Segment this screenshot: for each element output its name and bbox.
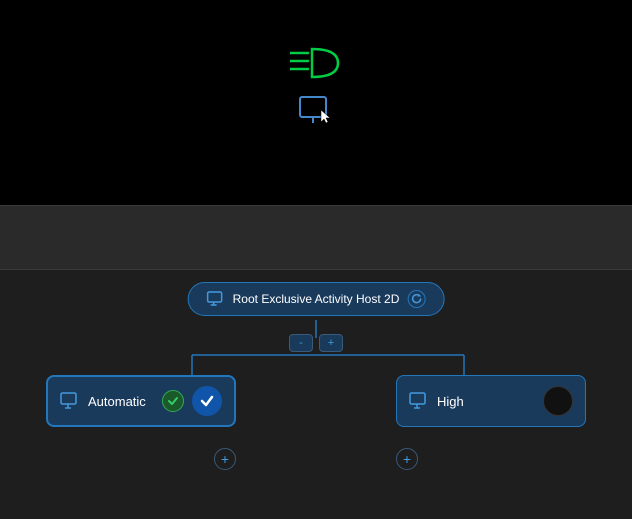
root-node-monitor-icon <box>207 291 225 307</box>
add-right-button[interactable]: + <box>396 448 418 470</box>
monitor-canvas-icon <box>298 95 334 134</box>
divider-area <box>0 205 632 270</box>
add-left-button[interactable]: + <box>214 448 236 470</box>
automatic-confirm-button[interactable] <box>192 386 222 416</box>
automatic-check-icon <box>162 390 184 412</box>
collapse-button[interactable]: - <box>289 334 313 352</box>
automatic-node-label: Automatic <box>88 394 154 409</box>
toggle-row: - + <box>289 334 343 352</box>
child-nodes-row: Automatic High <box>0 375 632 427</box>
canvas-area <box>0 0 632 205</box>
high-node-status-circle <box>543 386 573 416</box>
high-node-monitor-icon <box>409 392 429 410</box>
headlight-icon <box>290 45 342 81</box>
automatic-node-monitor-icon <box>60 392 80 410</box>
cursor-icon <box>320 109 334 125</box>
node-graph-area: Root Exclusive Activity Host 2D - + Auto… <box>0 270 632 519</box>
automatic-node[interactable]: Automatic <box>46 375 236 427</box>
high-node[interactable]: High <box>396 375 586 427</box>
refresh-icon[interactable] <box>407 290 425 308</box>
expand-button[interactable]: + <box>319 334 343 352</box>
high-node-label: High <box>437 394 535 409</box>
root-node[interactable]: Root Exclusive Activity Host 2D <box>188 282 445 316</box>
add-buttons-row: + + <box>0 448 632 470</box>
root-node-label: Root Exclusive Activity Host 2D <box>233 292 400 306</box>
